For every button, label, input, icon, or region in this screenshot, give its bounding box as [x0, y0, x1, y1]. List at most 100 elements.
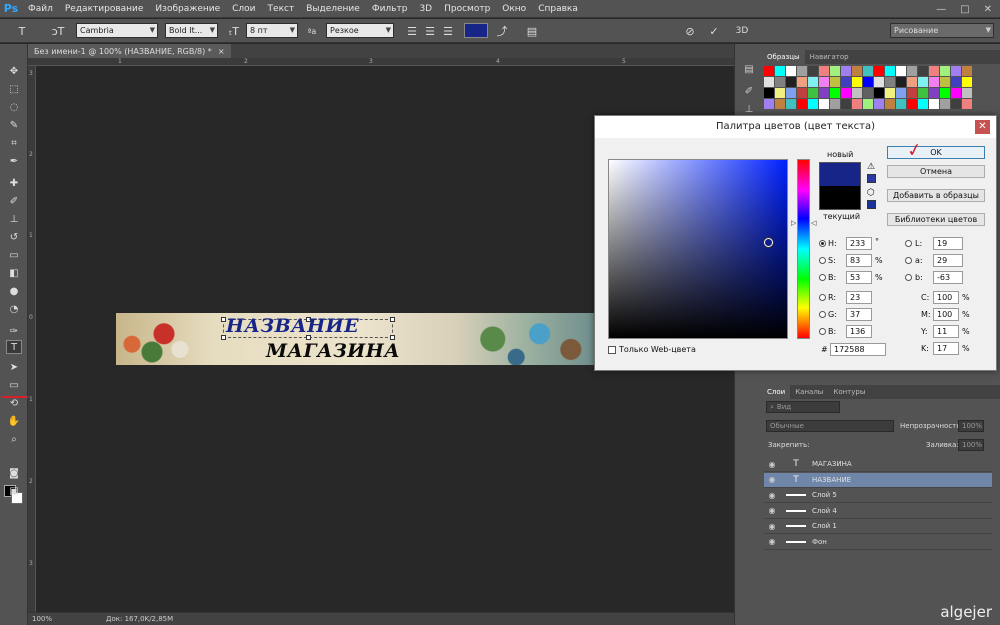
radio-s[interactable]: [819, 257, 826, 264]
b-input[interactable]: 53: [846, 271, 872, 284]
eyedropper-icon[interactable]: ✒: [6, 154, 22, 168]
swatch-cell[interactable]: [907, 66, 917, 76]
dodge-tool-icon[interactable]: ◔: [6, 302, 22, 316]
font-style-select[interactable]: Bold It... ▼: [165, 23, 218, 38]
k-input[interactable]: 17: [933, 342, 959, 355]
l-input[interactable]: 19: [933, 237, 963, 250]
swatch-cell[interactable]: [819, 77, 829, 87]
swatch-cell[interactable]: [940, 99, 950, 109]
swatch-cell[interactable]: [863, 77, 873, 87]
move-tool-icon[interactable]: ✥: [6, 64, 22, 78]
y-input[interactable]: 11: [933, 325, 959, 338]
swatch-cell[interactable]: [885, 66, 895, 76]
swatch-cell[interactable]: [852, 77, 862, 87]
swatch-cell[interactable]: [775, 66, 785, 76]
pen-tool-icon[interactable]: ✑: [6, 324, 22, 338]
menu-help[interactable]: Справка: [532, 4, 584, 14]
hue-arrow-icon[interactable]: ◁: [811, 219, 816, 227]
swatch-cell[interactable]: [962, 66, 972, 76]
r-input[interactable]: 23: [846, 291, 872, 304]
swatch-cell[interactable]: [786, 66, 796, 76]
menu-view[interactable]: Просмотр: [438, 4, 496, 14]
close-icon[interactable]: ✕: [984, 4, 992, 15]
swatch-cell[interactable]: [852, 99, 862, 109]
swatch-cell[interactable]: [918, 66, 928, 76]
stamp-tool-icon[interactable]: ⊥: [6, 212, 22, 226]
layer-row[interactable]: ◉ Фон: [764, 534, 992, 550]
swatch-cell[interactable]: [841, 77, 851, 87]
swatch-cell[interactable]: [797, 99, 807, 109]
swatch-cell[interactable]: [907, 88, 917, 98]
healing-brush-icon[interactable]: ✚: [6, 176, 22, 190]
visibility-eye-icon[interactable]: ◉: [764, 506, 780, 515]
swatch-cell[interactable]: [819, 99, 829, 109]
saturation-brightness-field[interactable]: [608, 159, 788, 339]
swatch-cell[interactable]: [830, 77, 840, 87]
swatch-cell[interactable]: [918, 88, 928, 98]
swatch-cell[interactable]: [852, 66, 862, 76]
swatch-cell[interactable]: [863, 99, 873, 109]
hex-input[interactable]: 172588: [830, 343, 886, 356]
swatch-cell[interactable]: [874, 99, 884, 109]
swatch-cell[interactable]: [764, 77, 774, 87]
eraser-tool-icon[interactable]: ▭: [6, 248, 22, 262]
menu-edit[interactable]: Редактирование: [59, 4, 150, 14]
history-icon[interactable]: ▤: [741, 62, 757, 76]
swatch-cell[interactable]: [929, 88, 939, 98]
swatch-cell[interactable]: [951, 77, 961, 87]
c-input[interactable]: 100: [933, 291, 959, 304]
font-family-select[interactable]: Cambria ▼: [76, 23, 158, 38]
swatch-cell[interactable]: [918, 77, 928, 87]
swatch-cell[interactable]: [907, 99, 917, 109]
swatch-cell[interactable]: [896, 99, 906, 109]
gamut-swatch[interactable]: [867, 174, 876, 183]
minimize-icon[interactable]: —: [936, 4, 946, 15]
swatch-cell[interactable]: [808, 88, 818, 98]
font-size-select[interactable]: 8 пт ▼: [246, 23, 298, 38]
layer-row[interactable]: ◉ Слой 5: [764, 488, 992, 503]
layer-row[interactable]: ◉ T НАЗВАНИЕ: [764, 472, 992, 488]
swatch-cell[interactable]: [885, 88, 895, 98]
m-input[interactable]: 100: [933, 308, 959, 321]
banner-image[interactable]: НАЗВАНИЕ МАГАЗИНА: [116, 313, 602, 365]
swatch-cell[interactable]: [808, 99, 818, 109]
hand-tool-icon[interactable]: ✋: [6, 414, 22, 428]
radio-b[interactable]: [819, 274, 826, 281]
layer-row[interactable]: ◉ Слой 4: [764, 503, 992, 519]
swatch-cell[interactable]: [841, 88, 851, 98]
swatch-cell[interactable]: [863, 66, 873, 76]
radio-l[interactable]: [905, 240, 912, 247]
web-safe-icon[interactable]: ⬡: [867, 188, 875, 198]
swatch-cell[interactable]: [896, 77, 906, 87]
menu-layers[interactable]: Слои: [226, 4, 261, 14]
path-select-icon[interactable]: ➤: [6, 360, 22, 374]
document-tab[interactable]: Без имени-1 @ 100% (НАЗВАНИЕ, RGB/8) * ×: [28, 44, 231, 58]
align-center-icon[interactable]: ☰: [422, 23, 438, 39]
current-color-swatch[interactable]: [819, 186, 861, 210]
radio-blue[interactable]: [819, 328, 826, 335]
swatch-cell[interactable]: [874, 66, 884, 76]
tab-swatches[interactable]: Образцы: [762, 50, 805, 64]
swatch-cell[interactable]: [808, 77, 818, 87]
swatch-cell[interactable]: [797, 88, 807, 98]
cancel-icon[interactable]: ⊘: [682, 23, 698, 39]
quick-select-icon[interactable]: ✎: [6, 118, 22, 132]
cancel-button[interactable]: Отмена: [887, 165, 985, 178]
swatch-cell[interactable]: [852, 88, 862, 98]
tab-navigator[interactable]: Навигатор: [805, 50, 854, 64]
swatch-cell[interactable]: [962, 88, 972, 98]
radio-r[interactable]: [819, 294, 826, 301]
3d-button[interactable]: 3D: [734, 23, 750, 39]
swatch-cell[interactable]: [874, 77, 884, 87]
history-brush-icon[interactable]: ↺: [6, 230, 22, 244]
visibility-eye-icon[interactable]: ◉: [764, 460, 780, 469]
transform-handle[interactable]: [390, 317, 395, 322]
fill-input[interactable]: 100%: [958, 439, 984, 451]
swatch-cell[interactable]: [951, 88, 961, 98]
visibility-eye-icon[interactable]: ◉: [764, 537, 780, 546]
swatch-cell[interactable]: [808, 66, 818, 76]
swatch-cell[interactable]: [764, 99, 774, 109]
swatch-cell[interactable]: [929, 99, 939, 109]
hue-arrow-icon[interactable]: ▷: [791, 219, 796, 227]
swatch-cell[interactable]: [929, 66, 939, 76]
